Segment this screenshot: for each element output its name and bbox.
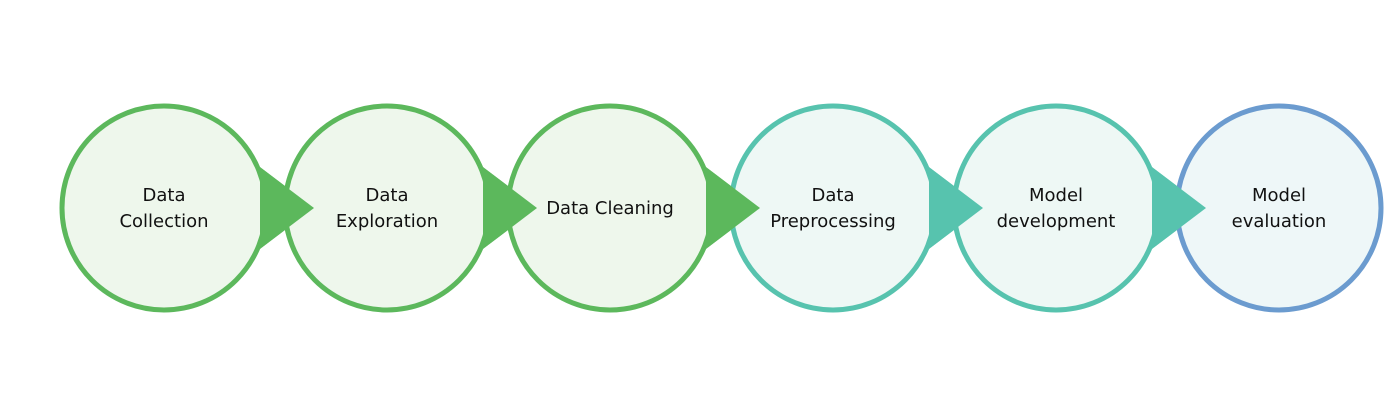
process-flow-diagram: Data Collection Data Exploration Data Cleani… [59, 103, 1384, 313]
step-label-line: Model [1029, 185, 1083, 206]
step-label-line: development [997, 211, 1116, 232]
step-label-line: Preprocessing [770, 211, 896, 232]
step-circle-2 [282, 103, 492, 313]
step-label-line: Exploration [336, 211, 438, 232]
step-label-3: Data Cleaning [546, 198, 674, 219]
step-circle-4 [728, 103, 938, 313]
step-label-line: Data [366, 185, 409, 206]
step-label-line: evaluation [1232, 211, 1327, 232]
step-label-line: Data [143, 185, 186, 206]
step-circle-6 [1174, 103, 1384, 313]
step-label-line: Data Cleaning [546, 198, 674, 219]
step-label-line: Collection [119, 211, 208, 232]
step-label-line: Data [812, 185, 855, 206]
step-circle-1 [59, 103, 269, 313]
step-circle-5 [951, 103, 1161, 313]
step-label-line: Model [1252, 185, 1306, 206]
step-circles [59, 103, 1384, 313]
